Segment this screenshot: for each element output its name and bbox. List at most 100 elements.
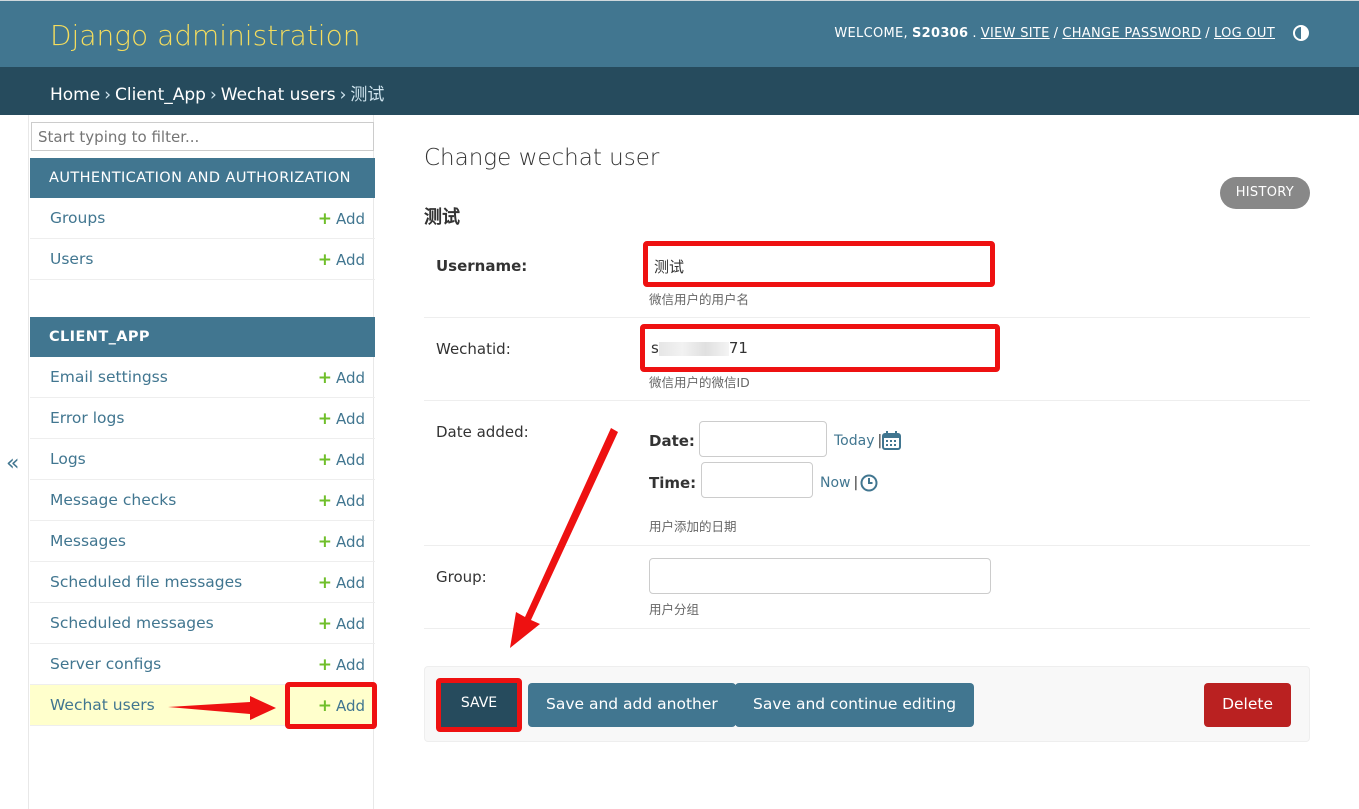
add-link[interactable]: + Add (318, 209, 365, 229)
sidebar-item-groups[interactable]: Groups + Add (30, 198, 375, 239)
plus-icon: + (317, 655, 332, 675)
view-site-link[interactable]: VIEW SITE (981, 26, 1050, 41)
model-link[interactable]: Wechat users (50, 696, 155, 714)
model-link[interactable]: Server configs (50, 655, 161, 673)
group-help: 用户分组 (649, 602, 700, 617)
username-help: 微信用户的用户名 (649, 292, 750, 307)
model-link[interactable]: Scheduled file messages (50, 573, 242, 591)
page-title: Change wechat user (424, 145, 660, 171)
model-link[interactable]: Email settingss (50, 368, 168, 386)
submit-row: SAVE Save and add another Save and conti… (424, 666, 1310, 742)
sidebar-item-scheduled-file-messages[interactable]: Scheduled file messages + Add (30, 562, 375, 603)
model-link[interactable]: Error logs (50, 409, 124, 427)
wechatid-label: Wechatid: (436, 340, 511, 358)
log-out-link[interactable]: LOG OUT (1214, 26, 1275, 41)
delete-button[interactable]: Delete (1204, 683, 1291, 727)
save-and-add-another-button[interactable]: Save and add another (528, 683, 736, 727)
time-input[interactable] (701, 462, 813, 498)
app-auth: AUTHENTICATION AND AUTHORIZATION Groups … (30, 158, 375, 280)
save-and-continue-button[interactable]: Save and continue editing (735, 683, 975, 727)
now-link[interactable]: Now (820, 475, 851, 491)
group-label: Group: (436, 568, 487, 586)
separator: / (1205, 25, 1210, 41)
add-label: Add (335, 410, 365, 428)
add-link[interactable]: + Add (318, 573, 365, 593)
add-link[interactable]: + Add (318, 250, 365, 270)
date-input[interactable] (699, 421, 827, 457)
plus-icon: + (317, 409, 332, 429)
date-added-help: 用户添加的日期 (649, 519, 737, 534)
header: Django administration WELCOME, S20306. V… (0, 0, 1359, 67)
sidebar-item-users[interactable]: Users + Add (30, 239, 375, 280)
site-branding[interactable]: Django administration (50, 19, 360, 52)
add-link[interactable]: + Add (318, 450, 365, 470)
model-link[interactable]: Messages (50, 532, 126, 550)
add-label: Add (335, 492, 365, 510)
add-link[interactable]: + Add (318, 491, 365, 511)
add-link[interactable]: + Add (318, 409, 365, 429)
today-link[interactable]: Today (834, 433, 875, 449)
breadcrumb-separator: › (209, 85, 217, 105)
form-row-date-added: Date added: Date: Today | Time: Now | 用户添加… (424, 401, 1310, 546)
time-shortcuts: Now | (820, 475, 861, 491)
breadcrumb-app[interactable]: Client_App (115, 85, 206, 105)
wechatid-value-start: s (651, 339, 659, 357)
add-link[interactable]: + Add (318, 614, 365, 634)
app-caption[interactable]: CLIENT_APP (30, 317, 375, 357)
time-label: Time: (649, 474, 697, 492)
model-link[interactable]: Message checks (50, 491, 176, 509)
add-label: Add (335, 656, 365, 674)
clock-icon[interactable] (860, 474, 878, 492)
add-link[interactable]: + Add (318, 655, 365, 675)
plus-icon: + (317, 614, 332, 634)
username-field[interactable]: 测试 (643, 241, 995, 287)
model-link[interactable]: Users (50, 250, 93, 268)
breadcrumb-separator: › (339, 85, 347, 105)
history-button[interactable]: HISTORY (1219, 177, 1310, 209)
add-link[interactable]: + Add (318, 368, 365, 388)
sidebar-item-logs[interactable]: Logs + Add (30, 439, 375, 480)
model-link[interactable]: Logs (50, 450, 86, 468)
breadcrumb: Home › Client_App › Wechat users › 测试 (0, 67, 1359, 115)
toggle-nav-sidebar[interactable]: « (0, 115, 28, 809)
model-link[interactable]: Scheduled messages (50, 614, 214, 632)
sidebar-item-scheduled-messages[interactable]: Scheduled messages + Add (30, 603, 375, 644)
plus-icon: + (317, 491, 332, 511)
date-added-label: Date added: (436, 423, 529, 441)
sidebar-item-messages[interactable]: Messages + Add (30, 521, 375, 562)
form-row-group: Group: 用户分组 (424, 546, 1310, 629)
breadcrumb-home[interactable]: Home (50, 85, 100, 105)
object-title: 测试 (424, 207, 460, 228)
breadcrumb-model[interactable]: Wechat users (221, 85, 336, 105)
add-label: Add (335, 251, 365, 269)
model-link[interactable]: Groups (50, 209, 105, 227)
shortcut-separator: | (853, 475, 859, 491)
sidebar-item-error-logs[interactable]: Error logs + Add (30, 398, 375, 439)
wechatid-value-end: 71 (728, 339, 748, 357)
collapse-icon[interactable]: « (6, 451, 19, 476)
nav-filter-input[interactable] (31, 122, 374, 151)
calendar-icon[interactable] (882, 431, 901, 450)
wechatid-field[interactable]: s 71 (640, 324, 1000, 372)
group-field[interactable] (649, 558, 991, 594)
sidebar-item-message-checks[interactable]: Message checks + Add (30, 480, 375, 521)
redacted-block (658, 341, 729, 356)
username: S20306 (911, 25, 969, 41)
plus-icon: + (317, 573, 332, 593)
plus-icon: + (317, 368, 332, 388)
form-row-username: Username: 测试 微信用户的用户名 (424, 235, 1310, 318)
sidebar-item-email-settingss[interactable]: Email settingss + Add (30, 357, 375, 398)
user-tools: WELCOME, S20306. VIEW SITE / CHANGE PASS… (834, 25, 1309, 41)
save-button[interactable]: SAVE (436, 678, 522, 732)
app-caption[interactable]: AUTHENTICATION AND AUTHORIZATION (30, 158, 375, 198)
add-label: Add (335, 574, 365, 592)
add-link[interactable]: + Add (318, 532, 365, 552)
theme-toggle-icon[interactable] (1293, 25, 1309, 41)
username-label: Username: (436, 257, 528, 275)
change-password-link[interactable]: CHANGE PASSWORD (1062, 26, 1201, 41)
add-label: Add (335, 369, 365, 387)
app-client-app: CLIENT_APP Email settingss + Add Error lo… (30, 317, 375, 726)
annotation-highlight-add (285, 682, 377, 729)
sidebar-item-server-configs[interactable]: Server configs + Add (30, 644, 375, 685)
breadcrumb-current: 测试 (350, 85, 385, 105)
